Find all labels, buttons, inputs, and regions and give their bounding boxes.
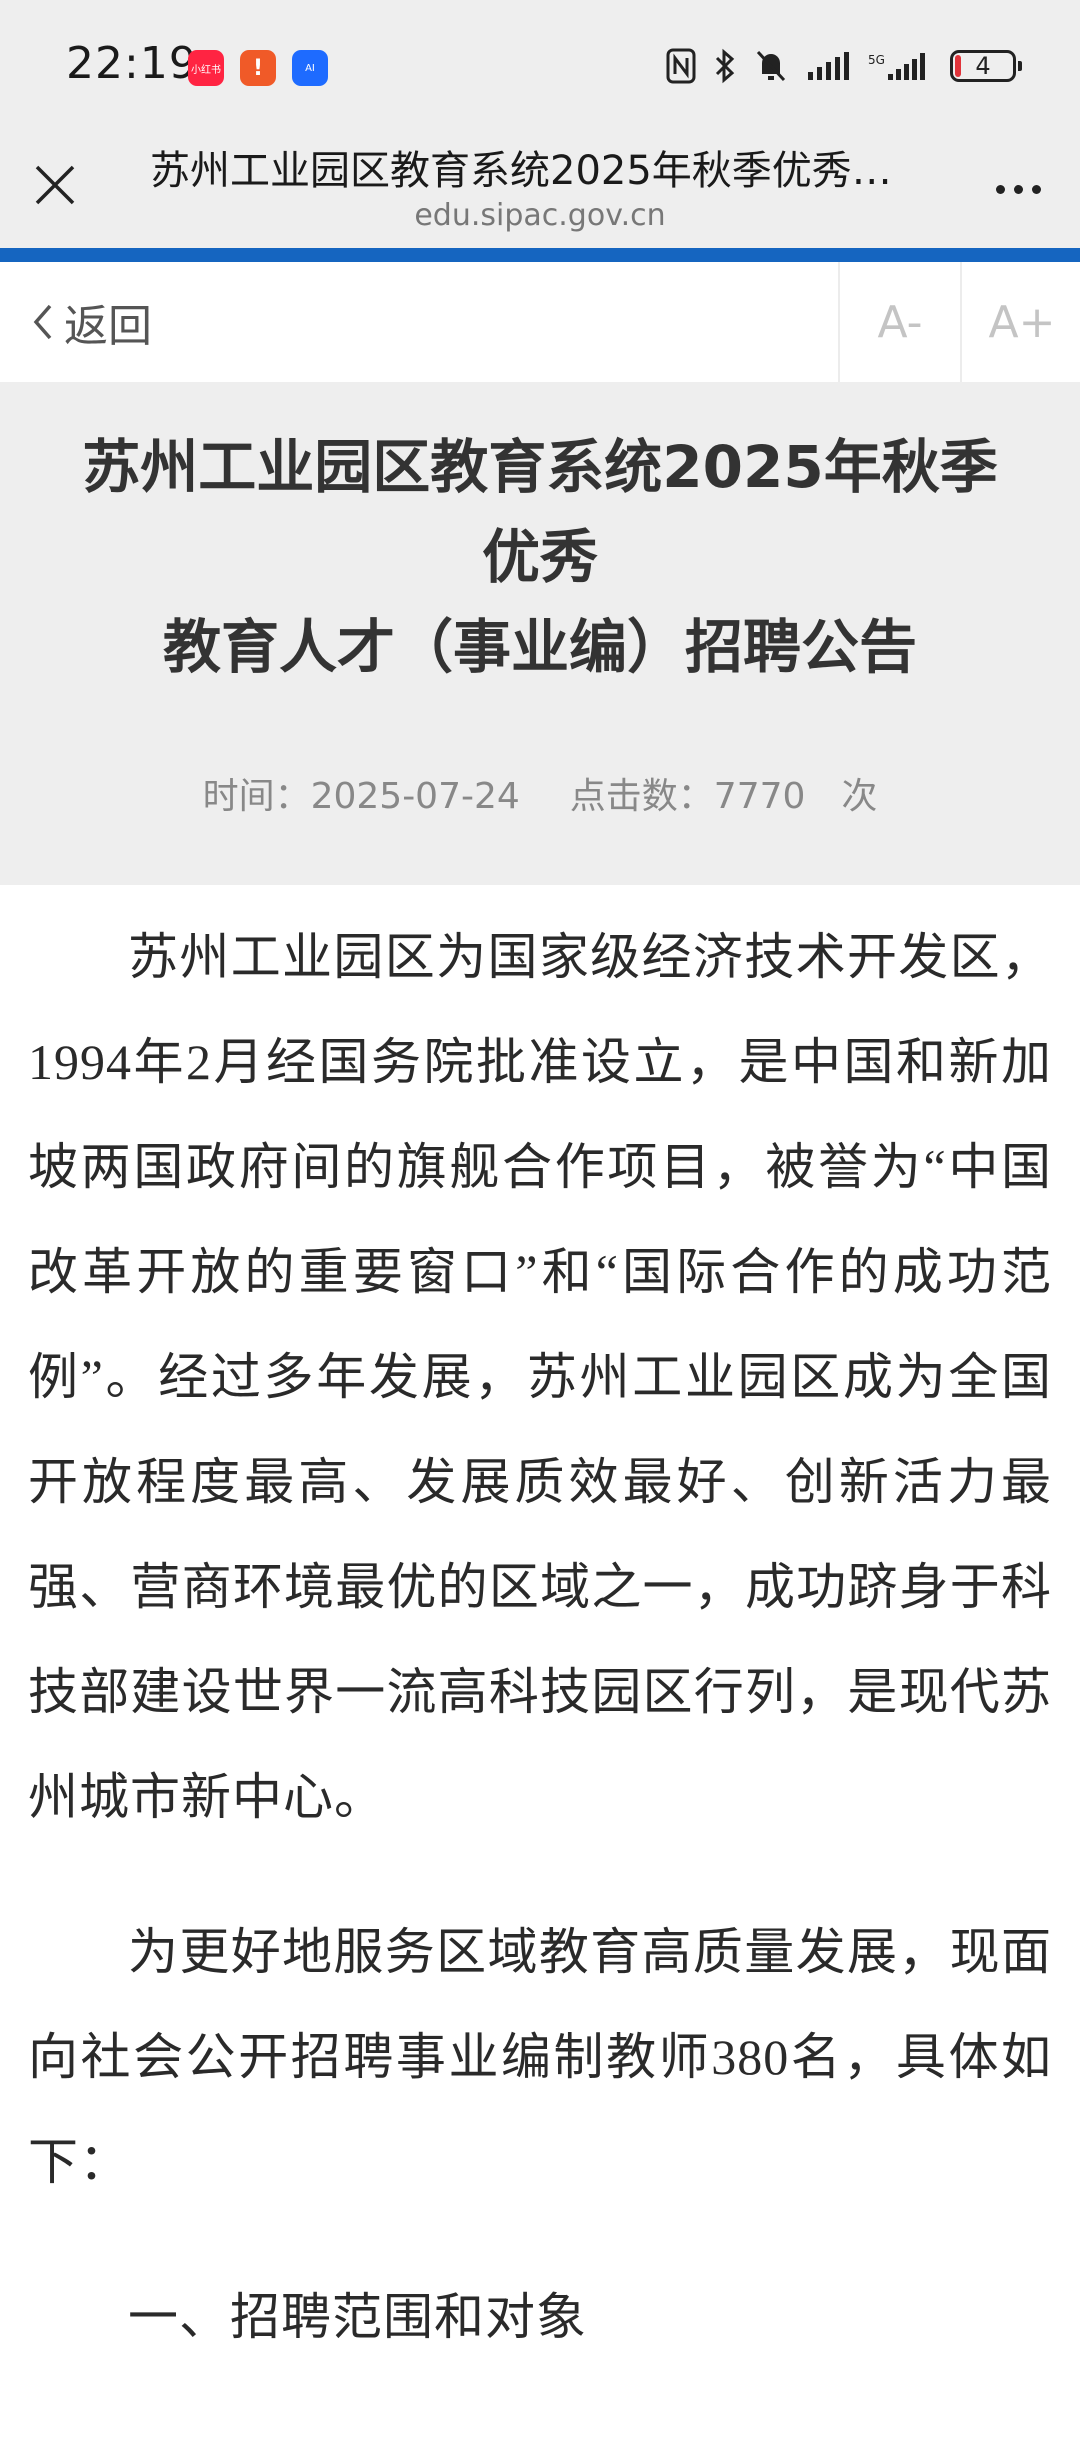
more-dots-icon [995,184,1005,194]
article-title-line-1: 苏州工业园区教育系统2025年秋季 [82,433,998,501]
section-heading: 一、招聘范围和对象 [128,2289,587,2345]
page-domain: edu.sipac.gov.cn [414,198,666,233]
signal-icon-sim1 [808,52,849,80]
status-time: 22:19 [66,38,198,89]
article-paragraph: 为更好地服务区域教育高质量发展，现面向社会公开招聘事业编制教师380名，具体如下… [28,1924,1052,2190]
ai-app-notification-icon: AI [292,50,328,86]
article-body: 苏州工业园区为国家级经济技术开发区，1994年2月经国务院批准设立，是中国和新加… [28,905,1052,2370]
bluetooth-icon [715,48,735,84]
font-decrease-button[interactable]: A- [838,262,960,382]
article-title: 苏州工业园区教育系统2025年秋季 优秀 教育人才（事业编）招聘公告 [30,422,1050,692]
article-meta: 时间：2025-07-24 点击数：7770 次 [0,767,1080,819]
back-label: 返回 [64,301,152,352]
alert-badge-label: ! [252,55,264,81]
browser-title-bar: 苏州工业园区教育系统2025年秋季优秀教育人才（事业编）招聘公告 edu.sip… [0,132,1080,248]
battery-icon: 4 [950,50,1022,82]
svg-text:5G: 5G [868,53,885,67]
ai-badge-label: AI [305,62,315,74]
article-toolbar: 返回 A- A+ [0,262,1080,383]
more-options-button[interactable] [978,156,1058,222]
publish-date: 时间：2025-07-24 [202,776,520,817]
nfc-icon [666,48,696,84]
font-increase-button[interactable]: A+ [960,262,1080,382]
chevron-left-icon [33,304,52,340]
article-title-line-3: 教育人才（事业编）招聘公告 [162,613,917,681]
article-header: 苏州工业园区教育系统2025年秋季 优秀 教育人才（事业编）招聘公告 时间：20… [0,382,1080,885]
article-paragraph: 苏州工业园区为国家级经济技术开发区，1994年2月经国务院批准设立，是中国和新加… [28,929,1052,1825]
status-bar: 22:19 小红书 ! AI 5G 4 [0,0,1080,132]
article-title-line-2: 优秀 [481,523,598,591]
xiaohongshu-badge-label: 小红书 [191,64,221,76]
status-icons: 5G 4 [666,44,1022,88]
page-title: 苏州工业园区教育系统2025年秋季优秀教育人才（事业编）招聘公告 [150,148,910,194]
click-count: 点击数：7770 次 [569,776,878,817]
back-button[interactable]: 返回 [30,262,152,382]
signal-icon-sim2: 5G [868,53,925,80]
alert-notification-icon: ! [240,50,276,86]
xiaohongshu-notification-icon: 小红书 [188,50,224,86]
mute-bell-icon [756,50,786,82]
battery-level: 4 [975,52,991,80]
page-load-progress-bar [0,248,1080,262]
